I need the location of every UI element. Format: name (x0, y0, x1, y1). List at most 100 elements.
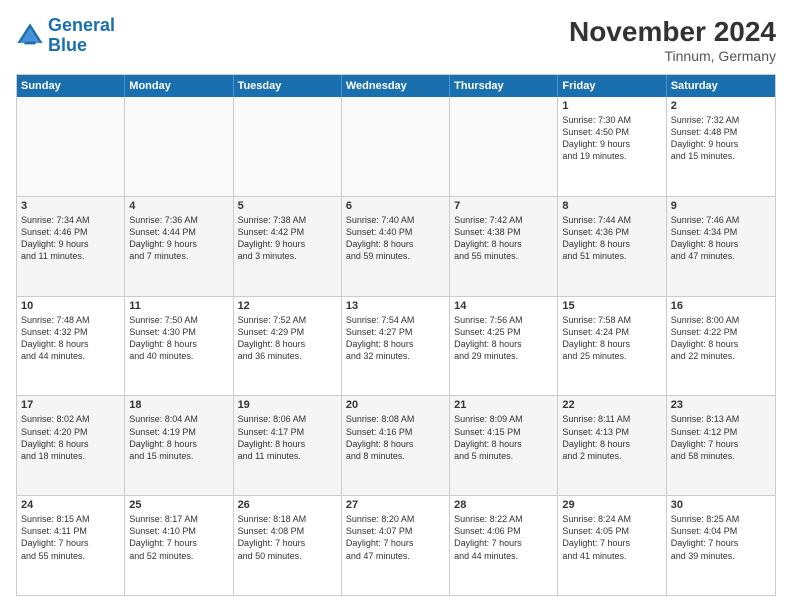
table-row: 17 Sunrise: 8:02 AM Sunset: 4:20 PM Dayli… (17, 396, 125, 495)
calendar-row: 17 Sunrise: 8:02 AM Sunset: 4:20 PM Dayli… (17, 395, 775, 495)
table-row: 15 Sunrise: 7:58 AM Sunset: 4:24 PM Dayli… (558, 297, 666, 396)
day-info: Sunrise: 8:09 AM Sunset: 4:15 PM Dayligh… (454, 413, 553, 462)
table-row: 26 Sunrise: 8:18 AM Sunset: 4:08 PM Dayli… (234, 496, 342, 595)
day-number: 28 (454, 499, 553, 511)
table-row: 4 Sunrise: 7:36 AM Sunset: 4:44 PM Daylig… (125, 197, 233, 296)
day-number: 20 (346, 399, 445, 411)
table-row: 12Sunrise: 7:52 AM Sunset: 4:29 PM Dayli… (234, 297, 342, 396)
logo-line1: General (48, 15, 115, 35)
table-row: 21 Sunrise: 8:09 AM Sunset: 4:15 PM Dayli… (450, 396, 558, 495)
table-row: 1 Sunrise: 7:30 AM Sunset: 4:50 PM Daylig… (558, 97, 666, 196)
day-info: Sunrise: 8:00 AM Sunset: 4:22 PM Dayligh… (671, 314, 771, 363)
month-title: November 2024 (569, 16, 776, 48)
day-number: 2 (671, 100, 771, 112)
day-number: 21 (454, 399, 553, 411)
table-row: 30Sunrise: 8:25 AM Sunset: 4:04 PM Dayli… (667, 496, 775, 595)
table-row: 24 Sunrise: 8:15 AM Sunset: 4:11 PM Dayli… (17, 496, 125, 595)
day-number: 8 (562, 200, 661, 212)
table-row: 25 Sunrise: 8:17 AM Sunset: 4:10 PM Dayli… (125, 496, 233, 595)
calendar-body: 1 Sunrise: 7:30 AM Sunset: 4:50 PM Daylig… (17, 97, 775, 595)
day-info: Sunrise: 8:25 AM Sunset: 4:04 PM Dayligh… (671, 513, 771, 562)
header-friday: Friday (558, 75, 666, 97)
header-monday: Monday (125, 75, 233, 97)
table-row: 8 Sunrise: 7:44 AM Sunset: 4:36 PM Daylig… (558, 197, 666, 296)
day-number: 4 (129, 200, 228, 212)
day-info: Sunrise: 7:34 AM Sunset: 4:46 PM Dayligh… (21, 214, 120, 263)
table-row: 14 Sunrise: 7:56 AM Sunset: 4:25 PM Dayli… (450, 297, 558, 396)
calendar-row: 10 Sunrise: 7:48 AM Sunset: 4:32 PM Dayli… (17, 296, 775, 396)
day-number: 12 (238, 300, 337, 312)
day-info: Sunrise: 7:58 AM Sunset: 4:24 PM Dayligh… (562, 314, 661, 363)
day-info: Sunrise: 8:15 AM Sunset: 4:11 PM Dayligh… (21, 513, 120, 562)
calendar-header: Sunday Monday Tuesday Wednesday Thursday… (17, 75, 775, 97)
day-info: Sunrise: 8:06 AM Sunset: 4:17 PM Dayligh… (238, 413, 337, 462)
day-number: 23 (671, 399, 771, 411)
day-info: Sunrise: 7:38 AM Sunset: 4:42 PM Dayligh… (238, 214, 337, 263)
day-number: 13 (346, 300, 445, 312)
location: Tinnum, Germany (569, 48, 776, 64)
day-number: 25 (129, 499, 228, 511)
logo: General Blue (16, 16, 115, 56)
day-info: Sunrise: 8:18 AM Sunset: 4:08 PM Dayligh… (238, 513, 337, 562)
day-info: Sunrise: 7:56 AM Sunset: 4:25 PM Dayligh… (454, 314, 553, 363)
header-saturday: Saturday (667, 75, 775, 97)
day-info: Sunrise: 7:46 AM Sunset: 4:34 PM Dayligh… (671, 214, 771, 263)
table-row: 13 Sunrise: 7:54 AM Sunset: 4:27 PM Dayli… (342, 297, 450, 396)
logo-line2: Blue (48, 35, 87, 55)
title-block: November 2024 Tinnum, Germany (569, 16, 776, 64)
day-number: 3 (21, 200, 120, 212)
table-row: 19 Sunrise: 8:06 AM Sunset: 4:17 PM Dayli… (234, 396, 342, 495)
day-info: Sunrise: 8:17 AM Sunset: 4:10 PM Dayligh… (129, 513, 228, 562)
day-number: 14 (454, 300, 553, 312)
table-row: 20 Sunrise: 8:08 AM Sunset: 4:16 PM Dayli… (342, 396, 450, 495)
day-number: 24 (21, 499, 120, 511)
calendar: Sunday Monday Tuesday Wednesday Thursday… (16, 74, 776, 596)
table-row: 11Sunrise: 7:50 AM Sunset: 4:30 PM Dayli… (125, 297, 233, 396)
day-number: 1 (562, 100, 661, 112)
day-number: 22 (562, 399, 661, 411)
day-info: Sunrise: 8:04 AM Sunset: 4:19 PM Dayligh… (129, 413, 228, 462)
header-wednesday: Wednesday (342, 75, 450, 97)
day-number: 11 (129, 300, 228, 312)
calendar-row: 3 Sunrise: 7:34 AM Sunset: 4:46 PM Daylig… (17, 196, 775, 296)
day-number: 9 (671, 200, 771, 212)
day-info: Sunrise: 8:02 AM Sunset: 4:20 PM Dayligh… (21, 413, 120, 462)
table-row: 5Sunrise: 7:38 AM Sunset: 4:42 PM Daylig… (234, 197, 342, 296)
table-row: 16Sunrise: 8:00 AM Sunset: 4:22 PM Dayli… (667, 297, 775, 396)
calendar-row: 24 Sunrise: 8:15 AM Sunset: 4:11 PM Dayli… (17, 495, 775, 595)
table-row (450, 97, 558, 196)
table-row: 2 Sunrise: 7:32 AM Sunset: 4:48 PM Daylig… (667, 97, 775, 196)
day-number: 15 (562, 300, 661, 312)
day-info: Sunrise: 7:54 AM Sunset: 4:27 PM Dayligh… (346, 314, 445, 363)
table-row: 29Sunrise: 8:24 AM Sunset: 4:05 PM Dayli… (558, 496, 666, 595)
day-info: Sunrise: 8:11 AM Sunset: 4:13 PM Dayligh… (562, 413, 661, 462)
header-sunday: Sunday (17, 75, 125, 97)
day-info: Sunrise: 8:08 AM Sunset: 4:16 PM Dayligh… (346, 413, 445, 462)
day-number: 17 (21, 399, 120, 411)
day-info: Sunrise: 7:42 AM Sunset: 4:38 PM Dayligh… (454, 214, 553, 263)
logo-icon (16, 22, 44, 50)
day-info: Sunrise: 8:22 AM Sunset: 4:06 PM Dayligh… (454, 513, 553, 562)
table-row: 27 Sunrise: 8:20 AM Sunset: 4:07 PM Dayli… (342, 496, 450, 595)
table-row: 9 Sunrise: 7:46 AM Sunset: 4:34 PM Daylig… (667, 197, 775, 296)
day-info: Sunrise: 7:32 AM Sunset: 4:48 PM Dayligh… (671, 114, 771, 163)
day-number: 26 (238, 499, 337, 511)
table-row (125, 97, 233, 196)
day-info: Sunrise: 7:30 AM Sunset: 4:50 PM Dayligh… (562, 114, 661, 163)
table-row: 23Sunrise: 8:13 AM Sunset: 4:12 PM Dayli… (667, 396, 775, 495)
day-info: Sunrise: 7:44 AM Sunset: 4:36 PM Dayligh… (562, 214, 661, 263)
day-info: Sunrise: 8:20 AM Sunset: 4:07 PM Dayligh… (346, 513, 445, 562)
day-info: Sunrise: 7:48 AM Sunset: 4:32 PM Dayligh… (21, 314, 120, 363)
day-number: 6 (346, 200, 445, 212)
day-number: 19 (238, 399, 337, 411)
day-info: Sunrise: 7:36 AM Sunset: 4:44 PM Dayligh… (129, 214, 228, 263)
table-row: 10 Sunrise: 7:48 AM Sunset: 4:32 PM Dayli… (17, 297, 125, 396)
table-row (17, 97, 125, 196)
table-row: 6Sunrise: 7:40 AM Sunset: 4:40 PM Daylig… (342, 197, 450, 296)
day-number: 10 (21, 300, 120, 312)
header-thursday: Thursday (450, 75, 558, 97)
table-row: 28 Sunrise: 8:22 AM Sunset: 4:06 PM Dayli… (450, 496, 558, 595)
table-row (234, 97, 342, 196)
day-number: 18 (129, 399, 228, 411)
day-number: 27 (346, 499, 445, 511)
